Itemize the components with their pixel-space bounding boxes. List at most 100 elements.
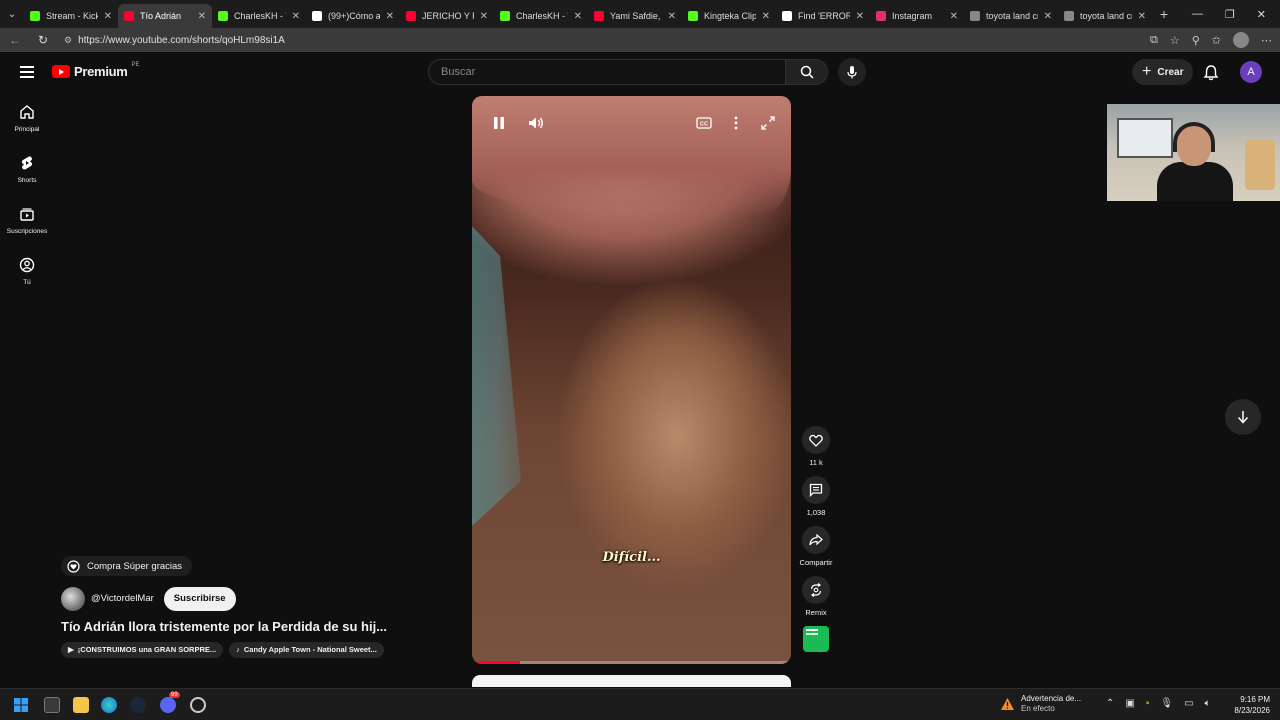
new-tab-button[interactable]: + [1152,6,1176,22]
tab-close-icon[interactable]: ✕ [1138,11,1146,22]
tray-expand-icon[interactable]: ⌃ [1106,698,1114,709]
maximize-icon[interactable]: ❐ [1225,8,1235,21]
steam-icon[interactable] [130,697,146,713]
browser-tab[interactable]: Instagram ✕ [870,4,964,28]
nav-item-subscriptions[interactable]: Suscripciones [0,198,54,249]
close-window-icon[interactable]: ✕ [1257,8,1266,21]
channel-avatar[interactable] [61,586,85,611]
browser-tab[interactable]: Yami Safdie, La ✕ [588,4,682,28]
back-icon[interactable]: ← [8,33,22,47]
search-input[interactable]: Buscar [428,59,786,85]
notifications-bell-icon[interactable] [1202,64,1220,82]
like-action[interactable]: 11 k [797,426,835,468]
browser-tab[interactable]: toyota land cru ✕ [1058,4,1152,28]
network-icon[interactable]: ▭ [1184,698,1193,709]
video-title[interactable]: Tío Adrián llora tristemente por la Perd… [61,619,391,634]
video-progress-bar[interactable] [472,661,791,664]
share-action[interactable]: Compartir [797,526,835,568]
tab-close-icon[interactable]: ✕ [1044,11,1052,22]
search-button[interactable] [786,59,828,85]
more-options-button[interactable] [725,112,747,134]
extensions-icon[interactable]: ⚲ [1192,34,1200,47]
menu-icon[interactable] [20,66,34,78]
share-button[interactable] [802,526,830,554]
next-short-preview[interactable] [472,675,791,687]
edge-browser-icon[interactable] [101,697,117,713]
nav-item-home[interactable]: Principal [0,96,54,147]
tab-title: CharlesKH - Wa [516,11,568,21]
tab-search-chevron-icon[interactable]: ⌄ [0,0,24,28]
browser-tab[interactable]: Kingteka Clips ✕ [682,4,776,28]
file-explorer-icon[interactable] [73,697,89,713]
volume-button[interactable] [525,112,547,134]
tab-close-icon[interactable]: ✕ [762,11,770,22]
tab-close-icon[interactable]: ✕ [386,11,394,22]
browser-tab[interactable]: CharlesKH - Wa ✕ [212,4,306,28]
next-short-button[interactable] [1225,399,1261,435]
browser-tab[interactable]: Stream - Kick D ✕ [24,4,118,28]
nav-item-you[interactable]: Tú [0,249,54,300]
nvidia-icon[interactable]: ▪ [1146,698,1150,709]
system-clock[interactable]: 9:16 PM 8/23/2026 [1224,694,1270,716]
minimize-icon[interactable]: — [1192,8,1203,21]
browser-tab[interactable]: Tío Adrián ✕ [118,4,212,28]
windows-start-icon[interactable] [13,697,29,713]
like-button[interactable] [802,426,830,454]
system-tray: ⌃ ▣ ▪ 🎙︎ ▭ 🔈︎ [1106,698,1211,709]
tray-app-icon[interactable]: ▣ [1125,698,1134,709]
shorts-video-player[interactable]: CC Difícil... [472,96,791,664]
pause-button[interactable] [488,112,510,134]
super-thanks-button[interactable]: Compra Súper gracias [61,556,193,576]
app-available-icon[interactable]: ⧉ [1150,34,1158,47]
browser-tab[interactable]: (99+)Cómo afe ✕ [306,4,400,28]
nav-label: Shorts [17,177,37,184]
sound-chip[interactable]: ♪ Candy Apple Town - National Sweet... [229,641,384,658]
browser-tab[interactable]: CharlesKH - Wa ✕ [494,4,588,28]
tab-close-icon[interactable]: ✕ [856,11,864,22]
tab-close-icon[interactable]: ✕ [198,11,206,22]
remix-icon [810,583,822,597]
tab-close-icon[interactable]: ✕ [950,11,958,22]
obs-icon[interactable] [190,697,206,713]
browser-menu-icon[interactable]: ⋯ [1261,34,1272,47]
remix-button[interactable] [802,576,830,604]
tab-close-icon[interactable]: ✕ [480,11,488,22]
favorites-icon[interactable]: ✩ [1212,34,1221,47]
tab-close-icon[interactable]: ✕ [292,11,300,22]
youtube-icon [406,11,416,21]
browser-profile-avatar[interactable] [1233,32,1249,48]
tab-close-icon[interactable]: ✕ [104,11,112,22]
subscribe-button[interactable]: Suscribirse [163,586,236,611]
site-info-icon[interactable]: ⚙ [64,35,72,46]
bookmark-star-icon[interactable]: ☆ [1170,34,1180,47]
reload-icon[interactable]: ↻ [36,33,50,47]
create-button[interactable]: + Crear [1132,59,1194,85]
nav-item-shorts[interactable]: Shorts [0,147,54,198]
speaker-icon[interactable]: 🔈︎ [1205,698,1211,709]
more-vertical-icon [734,116,738,130]
task-view-icon[interactable] [44,697,60,713]
sound-thumbnail[interactable] [803,626,829,652]
url-field[interactable]: ⚙ https://www.youtube.com/shorts/qoHLm98… [64,35,1136,46]
microphone-icon [847,66,857,79]
warning-icon [1001,698,1014,710]
captions-button[interactable]: CC [693,112,715,134]
tab-close-icon[interactable]: ✕ [574,11,582,22]
address-bar-actions: ⧉ ☆ ⚲ ✩ ⋯ [1150,32,1272,48]
voice-search-button[interactable] [838,58,866,86]
browser-tab[interactable]: JERICHO Y R ✕ [400,4,494,28]
mic-tray-icon[interactable]: 🎙︎ [1160,698,1173,709]
discord-icon[interactable]: 99 [160,692,180,713]
channel-name[interactable]: @VictordelMar [91,593,154,604]
browser-tab[interactable]: toyota land cru ✕ [964,4,1058,28]
account-avatar[interactable]: A [1240,61,1262,83]
warning-notification[interactable]: Advertencia de... En efecto [1000,694,1081,714]
comments-action[interactable]: 1,038 [797,476,835,518]
tab-close-icon[interactable]: ✕ [668,11,676,22]
fullscreen-button[interactable] [757,112,779,134]
remix-action[interactable]: Remix [797,576,835,618]
comments-button[interactable] [802,476,830,504]
youtube-logo[interactable]: Premium PE [52,62,140,79]
browser-tab[interactable]: Find 'ERROR B ✕ [776,4,870,28]
related-video-chip[interactable]: ▶ ¡CONSTRUIMOS una GRAN SORPRE... [61,641,224,658]
